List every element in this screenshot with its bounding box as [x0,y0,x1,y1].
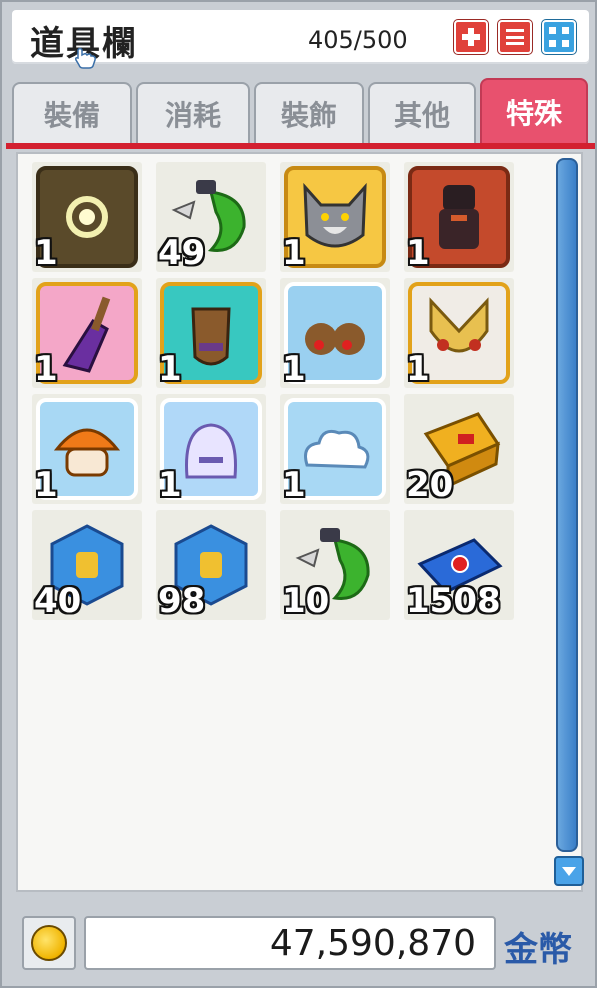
item-quantity: 1 [34,465,58,505]
tab-divider [6,143,595,149]
item-slot[interactable]: 1 [32,278,142,388]
item-slot[interactable]: 40 [32,510,142,620]
item-panel: 1 49 1 1 1 1 1 1 1 1 1 20 40 98 10 1508 [16,152,584,892]
tab-bar: 裝備 消耗 裝飾 其他 特殊 [12,78,589,144]
expand-slots-button[interactable] [454,20,488,54]
item-slot[interactable]: 49 [156,162,266,272]
hand-cursor-icon [75,47,96,69]
item-slot[interactable]: 1 [404,278,514,388]
tab-use[interactable]: 消耗 [136,82,250,144]
item-quantity: 49 [158,233,206,273]
scrollbar[interactable] [554,158,584,888]
item-quantity: 1 [282,349,306,389]
plus-icon [462,28,480,46]
item-slot[interactable]: 1 [280,394,390,504]
tab-etc[interactable]: 其他 [368,82,476,144]
item-slot[interactable]: 10 [280,510,390,620]
item-slot[interactable]: 1 [280,162,390,272]
item-quantity: 1 [34,349,58,389]
inventory-window: 道具欄 405/500 裝備 消耗 裝飾 其他 特殊 1 49 1 1 1 1 … [0,0,597,988]
item-quantity: 1 [406,233,430,273]
item-quantity: 20 [406,465,454,505]
item-quantity: 1 [158,465,182,505]
item-quantity: 1 [282,465,306,505]
scroll-thumb[interactable] [556,158,578,852]
menu-icon [506,29,524,45]
tab-special[interactable]: 特殊 [480,78,588,144]
item-slot[interactable]: 1 [32,394,142,504]
scroll-down-button[interactable] [554,856,584,886]
item-slot[interactable]: 1508 [404,510,514,620]
meso-coin-button[interactable] [22,916,76,970]
item-slot[interactable]: 20 [404,394,514,504]
inventory-capacity: 405/500 [308,26,408,54]
item-quantity: 98 [158,581,206,621]
item-quantity: 1 [282,233,306,273]
meso-amount: 47,590,870 [84,916,496,970]
chevron-down-icon [562,866,576,876]
expand-icon [549,27,569,47]
meso-bar: 47,590,870 金幣 [12,908,589,978]
item-slot[interactable]: 1 [280,278,390,388]
item-slot[interactable]: 1 [32,162,142,272]
item-grid: 1 49 1 1 1 1 1 1 1 1 1 20 40 98 10 1508 [32,162,514,620]
coin-icon [31,925,67,961]
item-quantity: 1 [406,349,430,389]
item-quantity: 40 [34,581,82,621]
item-quantity: 1508 [406,581,501,621]
item-slot[interactable]: 98 [156,510,266,620]
tab-equip[interactable]: 裝備 [12,82,132,144]
item-quantity: 1 [34,233,58,273]
sort-menu-button[interactable] [498,20,532,54]
tab-setup[interactable]: 裝飾 [254,82,364,144]
item-slot[interactable]: 1 [404,162,514,272]
toggle-view-button[interactable] [542,20,576,54]
item-slot[interactable]: 1 [156,394,266,504]
meso-label: 金幣 [504,930,572,970]
item-quantity: 1 [158,349,182,389]
item-quantity: 10 [282,581,330,621]
item-slot[interactable]: 1 [156,278,266,388]
